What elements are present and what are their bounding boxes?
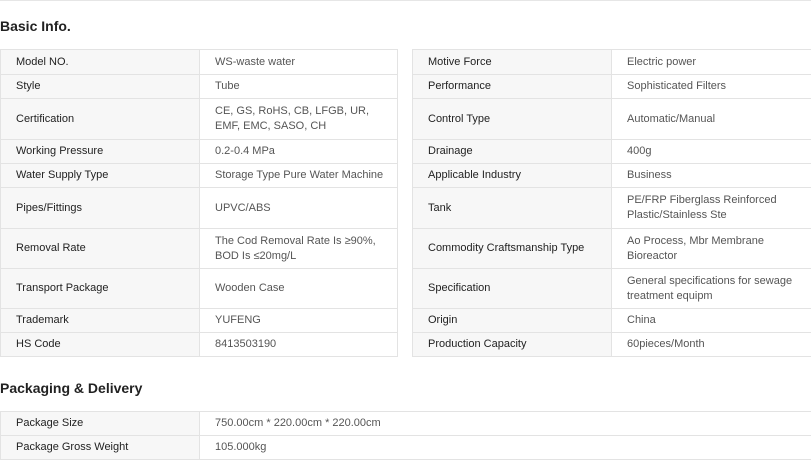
- spec-row: Motive Force Electric power: [412, 49, 811, 75]
- spec-row: Tank PE/FRP Fiberglass Reinforced Plastic…: [412, 187, 811, 229]
- spec-value: UPVC/ABS: [199, 187, 398, 229]
- spec-value: 0.2-0.4 MPa: [199, 139, 398, 164]
- spec-value: The Cod Removal Rate Is ≥90%, BOD Is ≤20…: [199, 228, 398, 269]
- spec-row: Commodity Craftsmanship Type Ao Process, …: [412, 228, 811, 269]
- spec-label: Commodity Craftsmanship Type: [412, 228, 612, 269]
- spec-value: Sophisticated Filters: [611, 74, 811, 99]
- spec-row: Removal Rate The Cod Removal Rate Is ≥90%…: [0, 228, 398, 269]
- spec-label: Applicable Industry: [412, 163, 612, 188]
- spec-label: Trademark: [0, 308, 200, 333]
- spec-row: Package Size 750.00cm * 220.00cm * 220.00…: [0, 411, 811, 436]
- spec-value: 750.00cm * 220.00cm * 220.00cm: [199, 411, 811, 436]
- spec-row: Package Gross Weight 105.000kg: [0, 435, 811, 460]
- spec-row: HS Code 8413503190: [0, 332, 398, 357]
- spec-label: Specification: [412, 268, 612, 309]
- spec-row: Transport Package Wooden Case: [0, 268, 398, 309]
- spec-value: PE/FRP Fiberglass Reinforced Plastic/Sta…: [611, 187, 811, 229]
- spec-row: Applicable Industry Business: [412, 163, 811, 188]
- spec-value: Wooden Case: [199, 268, 398, 309]
- basic-info-heading: Basic Info.: [0, 18, 71, 34]
- spec-label: Package Gross Weight: [0, 435, 200, 460]
- packaging-delivery-heading: Packaging & Delivery: [0, 380, 143, 396]
- spec-label: Drainage: [412, 139, 612, 164]
- spec-label: Certification: [0, 98, 200, 140]
- spec-row: Origin China: [412, 308, 811, 333]
- spec-value: 400g: [611, 139, 811, 164]
- spec-label: Pipes/Fittings: [0, 187, 200, 229]
- spec-label: Working Pressure: [0, 139, 200, 164]
- spec-value: 8413503190: [199, 332, 398, 357]
- spec-row: Model NO. WS-waste water: [0, 49, 398, 75]
- spec-value: CE, GS, RoHS, CB, LFGB, UR, EMF, EMC, SA…: [199, 98, 398, 140]
- spec-label: Model NO.: [0, 49, 200, 75]
- spec-row: Specification General specifications for …: [412, 268, 811, 309]
- spec-label: Production Capacity: [412, 332, 612, 357]
- spec-value: Tube: [199, 74, 398, 99]
- spec-row: Control Type Automatic/Manual: [412, 98, 811, 140]
- spec-label: Tank: [412, 187, 612, 229]
- spec-row: Certification CE, GS, RoHS, CB, LFGB, UR,…: [0, 98, 398, 140]
- spec-label: Performance: [412, 74, 612, 99]
- packaging-table: Package Size 750.00cm * 220.00cm * 220.00…: [0, 411, 811, 460]
- spec-label: Package Size: [0, 411, 200, 436]
- spec-row: Production Capacity 60pieces/Month: [412, 332, 811, 357]
- spec-label: Removal Rate: [0, 228, 200, 269]
- spec-label: Style: [0, 74, 200, 99]
- spec-value: General specifications for sewage treatm…: [611, 268, 811, 309]
- spec-row: Style Tube: [0, 74, 398, 99]
- spec-value: WS-waste water: [199, 49, 398, 75]
- spec-value: Business: [611, 163, 811, 188]
- spec-value: Automatic/Manual: [611, 98, 811, 140]
- basic-info-right-table: Motive Force Electric power Performance Sop…: [412, 49, 811, 357]
- spec-value: Storage Type Pure Water Machine: [199, 163, 398, 188]
- spec-value: China: [611, 308, 811, 333]
- spec-row: Drainage 400g: [412, 139, 811, 164]
- top-divider: [0, 0, 811, 1]
- spec-value: YUFENG: [199, 308, 398, 333]
- spec-row: Pipes/Fittings UPVC/ABS: [0, 187, 398, 229]
- spec-row: Working Pressure 0.2-0.4 MPa: [0, 139, 398, 164]
- basic-info-left-table: Model NO. WS-waste water Style Tube Certific…: [0, 49, 398, 357]
- spec-value: 60pieces/Month: [611, 332, 811, 357]
- spec-value: 105.000kg: [199, 435, 811, 460]
- spec-label: Control Type: [412, 98, 612, 140]
- spec-row: Water Supply Type Storage Type Pure Water…: [0, 163, 398, 188]
- spec-label: Water Supply Type: [0, 163, 200, 188]
- spec-label: Origin: [412, 308, 612, 333]
- spec-label: Transport Package: [0, 268, 200, 309]
- spec-value: Ao Process, Mbr Membrane Bioreactor: [611, 228, 811, 269]
- spec-row: Performance Sophisticated Filters: [412, 74, 811, 99]
- spec-value: Electric power: [611, 49, 811, 75]
- spec-label: HS Code: [0, 332, 200, 357]
- spec-row: Trademark YUFENG: [0, 308, 398, 333]
- spec-label: Motive Force: [412, 49, 612, 75]
